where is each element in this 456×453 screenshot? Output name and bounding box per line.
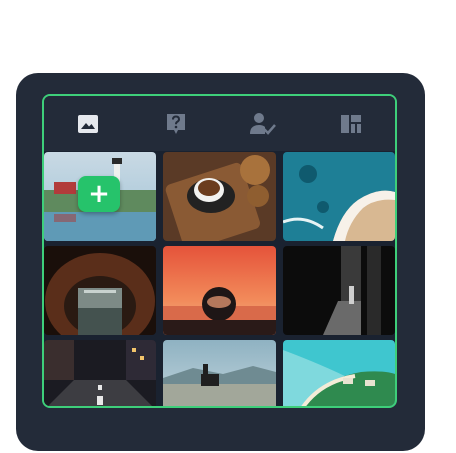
gallery-item[interactable]	[283, 152, 395, 241]
add-button[interactable]: +	[78, 176, 120, 212]
gallery-item[interactable]	[163, 340, 276, 406]
gallery-item[interactable]	[163, 152, 276, 241]
crystal-ball-sunset-photo	[163, 246, 276, 335]
coffee-cookies-photo	[163, 152, 276, 241]
tab-layout[interactable]	[307, 96, 395, 151]
tropical-island-photo	[283, 340, 395, 406]
question-icon	[166, 113, 185, 134]
gallery-item[interactable]	[163, 246, 276, 335]
dark-architecture-photo	[283, 246, 395, 335]
gallery-item[interactable]	[283, 340, 395, 406]
city-street-photo	[44, 340, 156, 406]
coast-aerial-photo	[283, 152, 395, 241]
media-picker-panel: +	[42, 94, 397, 408]
cave-tunnel-photo	[44, 246, 156, 335]
gallery-item[interactable]	[283, 246, 395, 335]
layout-icon	[341, 114, 362, 133]
tab-users[interactable]	[220, 96, 308, 151]
toolbar	[44, 96, 395, 151]
tab-help[interactable]	[132, 96, 220, 151]
gallery-item[interactable]: +	[44, 152, 156, 241]
gallery-item[interactable]	[44, 246, 156, 335]
image-icon	[77, 114, 98, 133]
user-check-icon	[250, 112, 277, 135]
church-landscape-photo	[163, 340, 276, 406]
image-grid: +	[44, 152, 395, 406]
tab-images[interactable]	[44, 96, 132, 151]
gallery-item[interactable]	[44, 340, 156, 406]
